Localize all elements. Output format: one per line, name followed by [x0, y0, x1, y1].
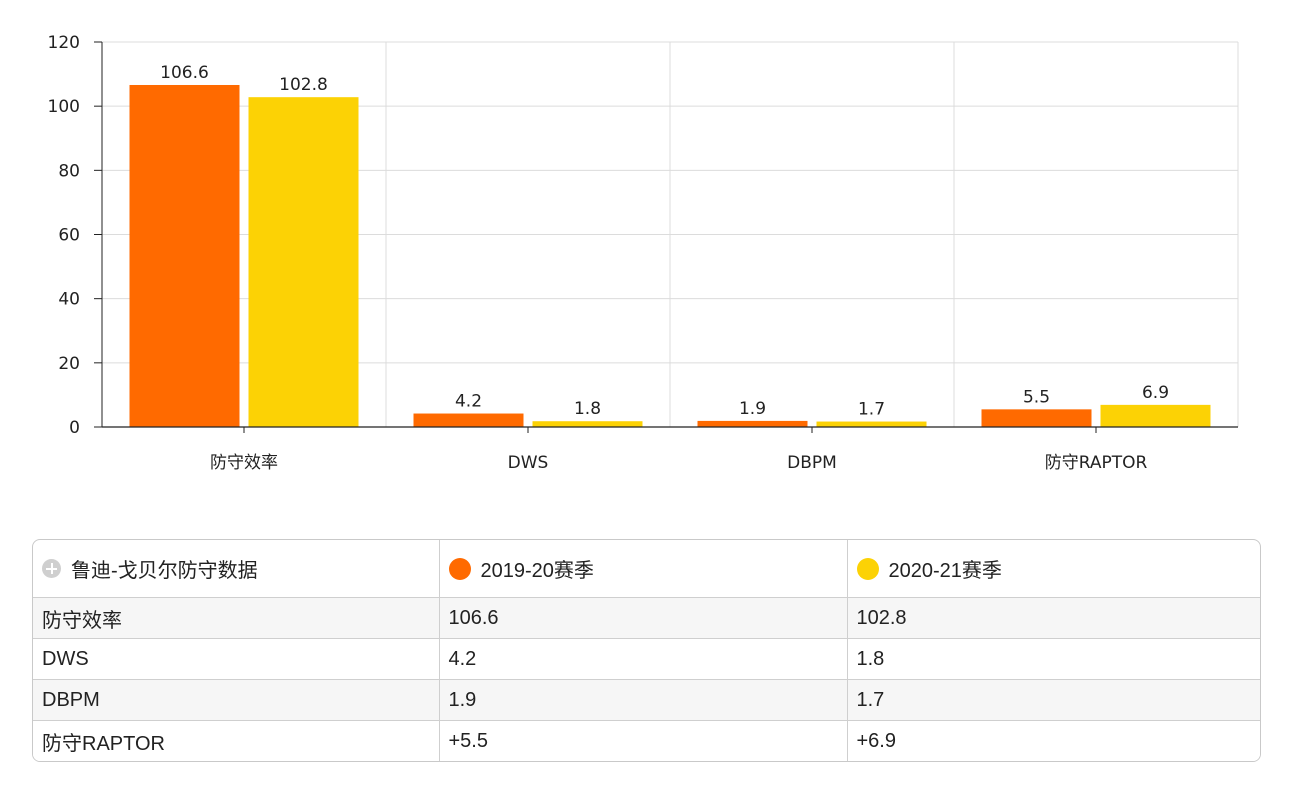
bar-value-label: 1.7	[858, 400, 885, 420]
bar-value-label: 102.8	[279, 75, 328, 95]
y-tick-label: 120	[48, 33, 80, 53]
y-tick-label: 20	[58, 354, 80, 374]
bar-value-label: 4.2	[455, 392, 482, 412]
table-row: 防守RAPTOR +5.5 +6.9	[33, 720, 1260, 761]
cell-value: 1.9	[439, 679, 848, 721]
y-tick-label: 0	[69, 418, 80, 438]
x-category-label: DWS	[508, 453, 549, 473]
row-label: 防守效率	[33, 597, 440, 639]
cell-value: 4.2	[439, 638, 848, 680]
table-header-row: 鲁迪-戈贝尔防守数据 2019-20赛季 2020-21赛季	[33, 540, 1260, 598]
cell-value: 1.7	[847, 679, 1260, 721]
bar	[816, 421, 927, 427]
bar-chart: 0 20 40 60 80 100 120 106.6 102.8 防守效率 4.2 1.8 DWS 1.…	[48, 33, 1239, 473]
bar-value-label: 106.6	[160, 63, 209, 83]
series-dot-yellow-icon	[856, 557, 879, 580]
series-name: 2020-21赛季	[888, 560, 1002, 582]
series-header-2019-20[interactable]: 2019-20赛季	[439, 540, 848, 598]
series-name: 2019-20赛季	[480, 560, 594, 582]
cell-value: 102.8	[847, 597, 1260, 639]
table-row: DBPM 1.9 1.7	[33, 679, 1260, 721]
cell-value: 106.6	[439, 597, 848, 639]
table-row: DWS 4.2 1.8	[33, 638, 1260, 680]
bar	[413, 413, 524, 427]
bar	[981, 409, 1092, 427]
data-table: 鲁迪-戈贝尔防守数据 2019-20赛季 2020-21赛季 防守效率 106.…	[32, 539, 1261, 762]
y-tick-label: 100	[48, 97, 80, 117]
bar	[248, 97, 359, 427]
plus-circle-icon[interactable]	[42, 559, 61, 578]
x-category-label: 防守RAPTOR	[1045, 453, 1148, 473]
bar-value-label: 1.8	[574, 399, 601, 419]
y-tick-label: 60	[58, 226, 80, 246]
bar	[129, 84, 240, 427]
table-corner-cell: 鲁迪-戈贝尔防守数据	[33, 540, 440, 598]
bar	[532, 421, 643, 427]
row-label: DWS	[33, 638, 440, 680]
table-title: 鲁迪-戈贝尔防守数据	[71, 560, 258, 582]
series-header-2020-21[interactable]: 2020-21赛季	[847, 540, 1260, 598]
bar-value-label: 1.9	[739, 399, 766, 419]
y-tick-label: 80	[58, 161, 80, 181]
x-category-label: DBPM	[787, 453, 837, 473]
cell-value: 1.8	[847, 638, 1260, 680]
cell-value: +6.9	[847, 720, 1260, 761]
series-dot-orange-icon	[448, 557, 471, 580]
row-label: 防守RAPTOR	[33, 720, 440, 761]
x-category-label: 防守效率	[210, 453, 278, 473]
bar	[697, 420, 808, 427]
table-row: 防守效率 106.6 102.8	[33, 597, 1260, 639]
bar-value-label: 5.5	[1023, 387, 1050, 407]
bar-value-label: 6.9	[1142, 383, 1169, 403]
y-tick-label: 40	[58, 290, 80, 310]
row-label: DBPM	[33, 679, 440, 721]
bar	[1100, 404, 1211, 427]
cell-value: +5.5	[439, 720, 848, 761]
